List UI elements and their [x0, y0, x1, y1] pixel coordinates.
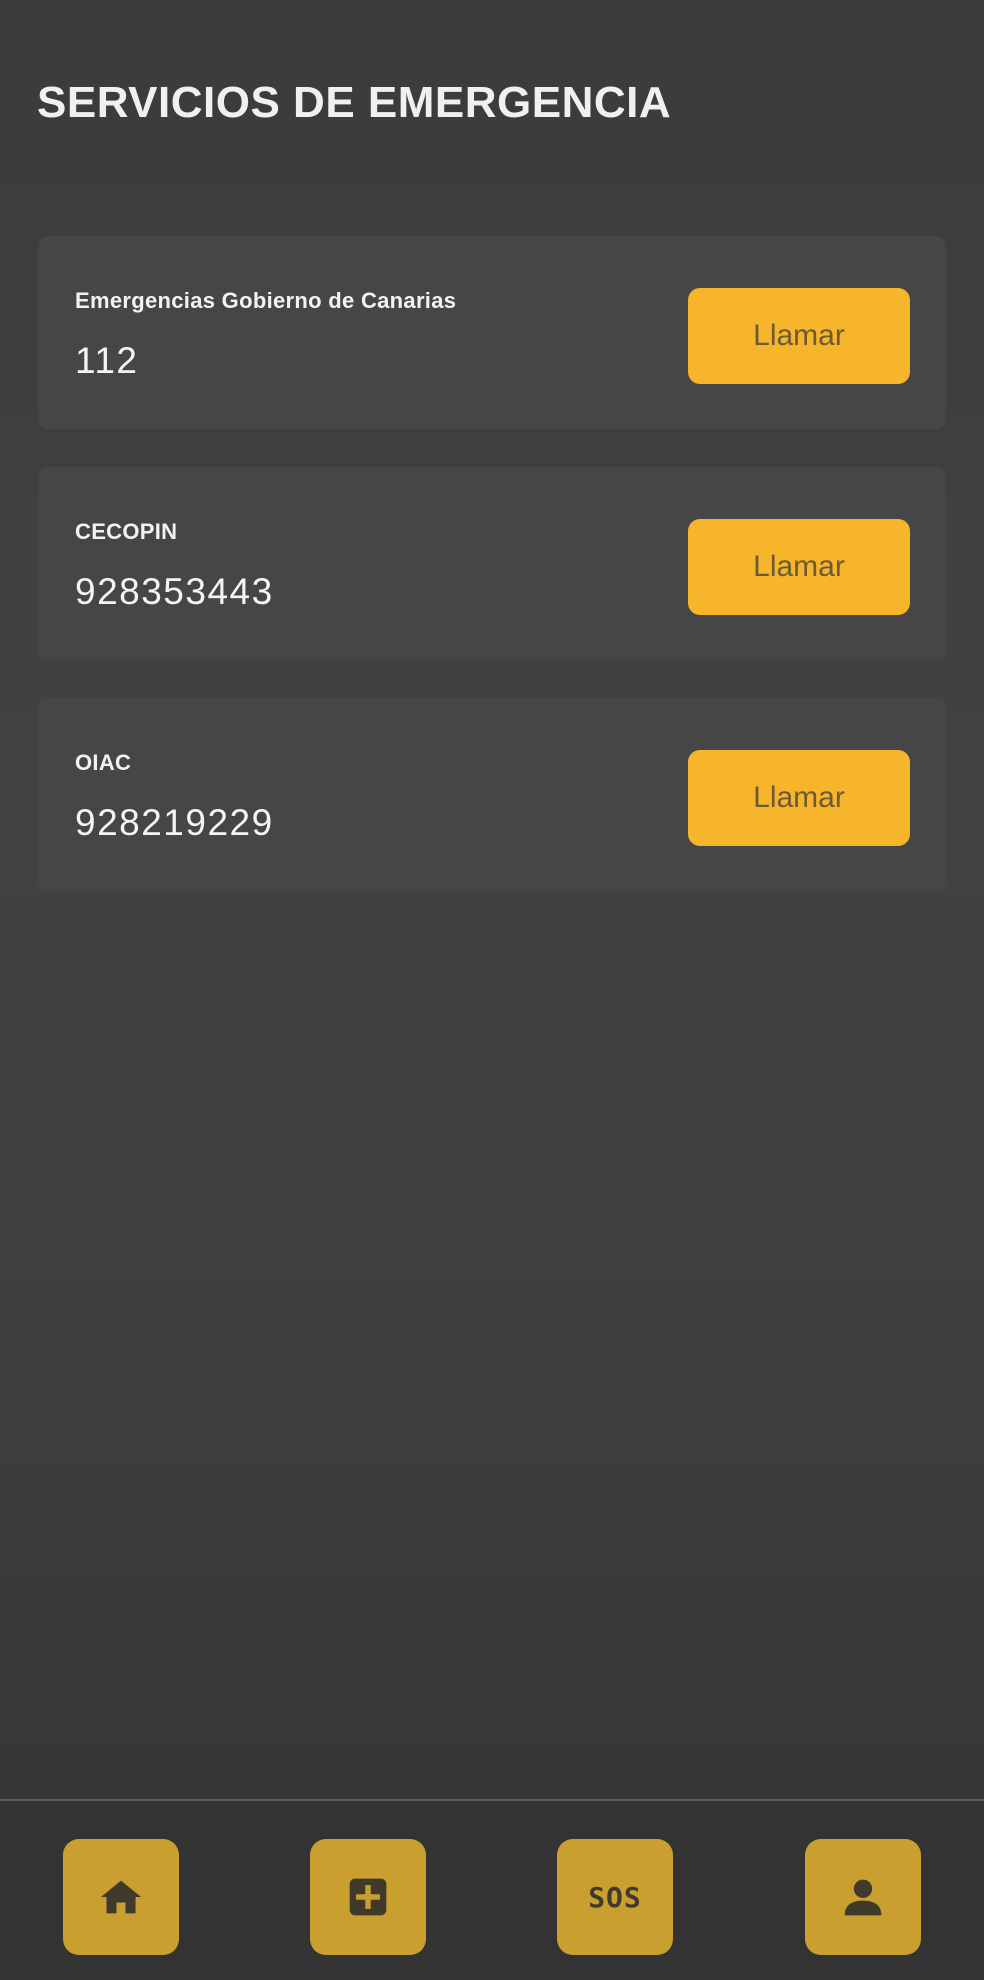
sos-icon: SOS [588, 1880, 642, 1914]
bottom-nav: SOS [0, 1799, 984, 1980]
service-phone: 928353443 [75, 571, 274, 612]
call-button[interactable]: Llamar [688, 288, 910, 384]
service-phone: 112 [75, 340, 139, 381]
service-name: CECOPIN [75, 519, 178, 544]
service-name: Emergencias Gobierno de Canarias [75, 288, 457, 313]
service-name: OIAC [75, 750, 132, 775]
nav-add-button[interactable] [310, 1839, 426, 1955]
page-title: SERVICIOS DE EMERGENCIA [37, 78, 672, 127]
service-card: OIAC 928219229 Llamar [38, 698, 946, 891]
service-card: CECOPIN 928353443 Llamar [38, 467, 946, 660]
call-button[interactable]: Llamar [688, 750, 910, 846]
service-phone: 928219229 [75, 802, 274, 843]
nav-profile-button[interactable] [805, 1839, 921, 1955]
call-button[interactable]: Llamar [688, 519, 910, 615]
nav-sos-button[interactable]: SOS [557, 1839, 673, 1955]
nav-home-button[interactable] [63, 1839, 179, 1955]
plus-square-icon [349, 1878, 387, 1916]
person-icon [844, 1879, 882, 1916]
service-card: Emergencias Gobierno de Canarias 112 Lla… [38, 236, 946, 429]
home-icon [101, 1880, 141, 1914]
